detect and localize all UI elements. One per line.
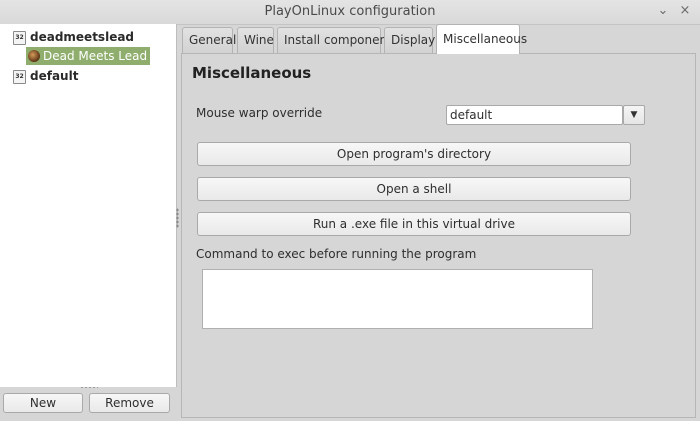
playonlinux-config-window: PlayOnLinux configuration ⌄ × 32 deadmeet…	[0, 0, 700, 421]
tree-item-default[interactable]: 32 default	[13, 67, 78, 85]
selected-row: Dead Meets Lead	[26, 47, 151, 65]
tab-install-components[interactable]: Install components	[277, 27, 398, 53]
tree-item-deadmeetslead[interactable]: 32 deadmeetslead	[13, 28, 134, 46]
close-icon[interactable]: ×	[677, 3, 693, 19]
splitter-grip[interactable]	[176, 208, 179, 228]
pane-resize-grip[interactable]	[80, 386, 98, 389]
tree-item-label: Dead Meets Lead	[43, 49, 148, 63]
title-bar[interactable]: PlayOnLinux configuration ⌄ ×	[0, 0, 700, 25]
mouse-warp-label: Mouse warp override	[196, 106, 323, 120]
pre-run-command-input[interactable]	[202, 269, 593, 329]
minimize-icon[interactable]: ⌄	[655, 3, 671, 19]
mouse-warp-select[interactable]: default	[446, 105, 623, 125]
open-shell-button[interactable]: Open a shell	[197, 177, 631, 201]
miscellaneous-panel: Miscellaneous Mouse warp override defaul…	[181, 53, 696, 418]
tree-item-label: deadmeetslead	[30, 30, 135, 44]
run-exe-button[interactable]: Run a .exe file in this virtual drive	[197, 212, 631, 236]
open-program-directory-button[interactable]: Open program's directory	[197, 142, 631, 166]
tab-general[interactable]: General	[182, 27, 236, 53]
tab-wine[interactable]: Wine	[237, 27, 274, 53]
chevron-down-icon[interactable]: ▼	[623, 105, 645, 125]
32-bit-prefix-icon: 32	[13, 69, 26, 84]
prefix-tree: 32 deadmeetslead Dead Meets Lead 32 defaul…	[0, 24, 177, 387]
window-title: PlayOnLinux configuration	[264, 4, 436, 19]
32-bit-prefix-icon: 32	[13, 30, 26, 45]
command-label: Command to exec before running the progr…	[196, 247, 477, 261]
tree-item-dead-meets-lead[interactable]: Dead Meets Lead	[26, 47, 151, 65]
panel-title: Miscellaneous	[192, 64, 312, 82]
game-icon	[28, 49, 40, 62]
tab-display[interactable]: Display	[384, 27, 435, 53]
remove-button[interactable]: Remove	[89, 393, 170, 413]
new-button[interactable]: New	[3, 393, 83, 413]
tree-item-label: default	[30, 69, 79, 83]
tab-miscellaneous[interactable]: Miscellaneous	[436, 24, 527, 54]
